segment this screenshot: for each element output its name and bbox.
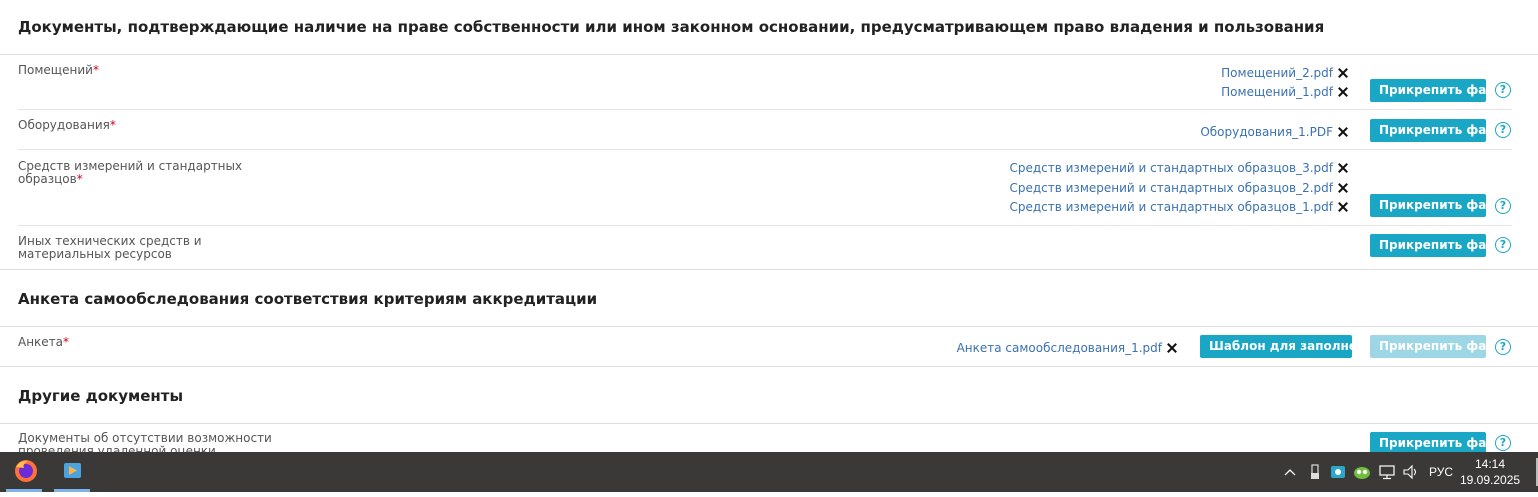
section-title-other-docs: Другие документы [18,387,184,405]
remove-file-icon[interactable] [1338,87,1348,97]
section-title-ownership-docs: Документы, подтверждающие наличие на пра… [18,18,1325,36]
remove-file-icon[interactable] [1167,343,1177,353]
file-link[interactable]: Помещений_2.pdf [1221,66,1333,80]
volume-tray[interactable] [1401,452,1421,492]
taskbar-app-media[interactable] [50,452,94,492]
divider [0,326,1538,327]
help-icon[interactable]: ? [1495,122,1511,138]
required-mark: * [92,63,99,77]
remove-file-icon[interactable] [1338,127,1348,137]
section-title-questionnaire: Анкета самообследования соответствия кри… [18,290,598,308]
divider [0,366,1538,367]
taskbar: РУС 14:14 19.09.2025 [0,452,1538,492]
media-player-icon [64,463,81,478]
help-icon[interactable]: ? [1495,339,1511,355]
attached-file: Средств измерений и стандартных образцов… [1009,199,1348,215]
attached-file: Средств измерений и стандартных образцов… [1009,180,1348,196]
attach-file-button-measuring[interactable]: Прикрепить файл [1370,194,1504,217]
clock-time: 14:14 [1474,457,1506,471]
usb-icon [1311,464,1319,479]
firefox-icon [15,460,37,482]
row-label-other-tech: Иных технических средств и материальных … [18,234,202,261]
row-label-absence-docs: Документы об отсутствии возможности пров… [18,431,272,453]
app-tray-2[interactable] [1353,452,1371,492]
divider [0,423,1538,424]
required-mark: * [63,335,70,349]
file-link[interactable]: Средств измерений и стандартных образцов… [1009,181,1333,195]
usb-tray[interactable] [1306,452,1324,492]
help-icon[interactable]: ? [1495,237,1511,253]
file-link[interactable]: Средств измерений и стандартных образцов… [1009,200,1333,214]
help-icon[interactable]: ? [1495,198,1511,214]
row-divider [18,149,1512,150]
clock-date: 19.09.2025 [1460,473,1521,487]
divider [0,54,1538,55]
file-link[interactable]: Средств измерений и стандартных образцов… [1009,161,1333,175]
file-link[interactable]: Оборудования_1.PDF [1200,125,1333,139]
required-mark: * [109,118,116,132]
row-divider [18,109,1512,110]
taskbar-app-firefox[interactable] [2,452,46,492]
remove-file-icon[interactable] [1338,68,1348,78]
remove-file-icon[interactable] [1338,163,1348,173]
owl-icon [1354,467,1370,479]
app-tray-icon [1331,466,1345,478]
row-divider [18,225,1512,226]
row-label-measuring: Средств измерений и стандартных образцов… [18,159,243,186]
network-icon [1379,465,1395,480]
attach-file-button-premises[interactable]: Прикрепить файл [1370,79,1504,102]
template-download-button[interactable]: Шаблон для заполнения [1200,335,1381,358]
attached-file: Помещений_2.pdf [1221,65,1348,81]
file-link[interactable]: Помещений_1.pdf [1221,85,1333,99]
attached-file: Анкета самообследования_1.pdf [957,340,1177,356]
app-tray-1[interactable] [1329,452,1347,492]
attached-file: Средств измерений и стандартных образцов… [1009,160,1348,176]
attached-file: Помещений_1.pdf [1221,84,1348,100]
help-icon[interactable]: ? [1495,435,1511,451]
row-label-equipment: Оборудования* [18,118,116,132]
speaker-icon [1403,464,1417,480]
attach-file-button-absence-docs[interactable]: Прикрепить файл [1370,432,1504,452]
row-label-questionnaire: Анкета* [18,335,70,349]
help-icon[interactable]: ? [1495,82,1511,98]
document-upload-page: Документы, подтверждающие наличие на пра… [0,0,1538,452]
attached-file: Оборудования_1.PDF [1200,124,1348,140]
attach-file-button-equipment[interactable]: Прикрепить файл [1370,119,1504,142]
show-hidden-icons-button[interactable] [1282,452,1298,492]
divider [0,269,1538,270]
taskbar-clock[interactable]: 14:14 19.09.2025 [1460,456,1520,488]
file-link[interactable]: Анкета самообследования_1.pdf [957,341,1162,355]
language-indicator[interactable]: РУС [1426,452,1456,492]
attach-file-button-other-tech[interactable]: Прикрепить файл [1370,234,1504,257]
chevron-up-icon [1284,469,1296,476]
attach-file-button-questionnaire[interactable]: Прикрепить файл [1370,335,1504,358]
required-mark: * [76,172,83,186]
remove-file-icon[interactable] [1338,202,1348,212]
remove-file-icon[interactable] [1338,183,1348,193]
row-label-premises: Помещений* [18,63,99,77]
network-tray[interactable] [1377,452,1397,492]
